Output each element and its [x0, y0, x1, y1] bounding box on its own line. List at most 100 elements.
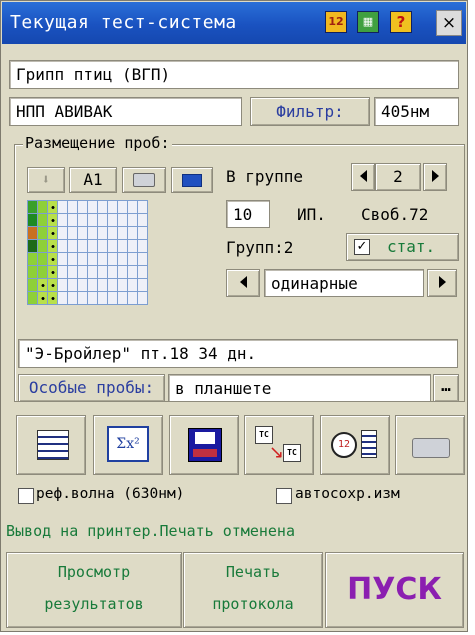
- help-icon[interactable]: ?: [390, 11, 412, 33]
- plate-well[interactable]: [77, 239, 88, 253]
- plate-well[interactable]: [57, 213, 68, 227]
- mode-next[interactable]: [427, 269, 457, 297]
- plate-well[interactable]: [97, 200, 108, 214]
- plate-well[interactable]: [107, 239, 118, 253]
- plate-well[interactable]: [67, 226, 78, 240]
- plate-well[interactable]: [87, 226, 98, 240]
- plate-well[interactable]: [77, 213, 88, 227]
- mode-prev[interactable]: [226, 269, 260, 297]
- plate-well[interactable]: [117, 252, 128, 266]
- plate-well[interactable]: [77, 252, 88, 266]
- plate-well[interactable]: [67, 252, 78, 266]
- position-button[interactable]: А1: [69, 167, 117, 193]
- plate-well[interactable]: [57, 291, 68, 305]
- plate-well[interactable]: [87, 278, 98, 292]
- plate-well[interactable]: [107, 213, 118, 227]
- plate-well[interactable]: [27, 265, 38, 279]
- plate-well[interactable]: [37, 291, 48, 305]
- plate-well[interactable]: [97, 252, 108, 266]
- in-group-increment[interactable]: [423, 163, 447, 191]
- plate-well[interactable]: [37, 213, 48, 227]
- plate-well[interactable]: [87, 252, 98, 266]
- plate-well[interactable]: [117, 226, 128, 240]
- plate-well[interactable]: [47, 252, 58, 266]
- plate-well[interactable]: [117, 213, 128, 227]
- ref-wave-checkbox[interactable]: [18, 488, 34, 504]
- plate-well[interactable]: [137, 291, 148, 305]
- plate-well[interactable]: [57, 278, 68, 292]
- plate-well[interactable]: [67, 265, 78, 279]
- plate-well[interactable]: [137, 265, 148, 279]
- special-more-button[interactable]: …: [433, 374, 459, 402]
- plate-well[interactable]: [107, 278, 118, 292]
- plate-well[interactable]: [47, 226, 58, 240]
- plate-well[interactable]: [37, 200, 48, 214]
- calc-formula-button[interactable]: Σx²: [93, 415, 163, 475]
- plate-well[interactable]: [127, 265, 138, 279]
- plate-well[interactable]: [87, 200, 98, 214]
- plate-well[interactable]: [87, 239, 98, 253]
- plate-well[interactable]: [97, 239, 108, 253]
- plate-well[interactable]: [67, 239, 78, 253]
- plate-well[interactable]: [127, 226, 138, 240]
- stat-checkbox[interactable]: ✓: [354, 239, 370, 255]
- plate-well[interactable]: [137, 278, 148, 292]
- down-arrow-button[interactable]: ⬇: [27, 167, 65, 193]
- plate-grid[interactable]: [27, 200, 148, 305]
- plate-well[interactable]: [27, 213, 38, 227]
- plate-well[interactable]: [37, 252, 48, 266]
- tc-transfer-button[interactable]: TC TC ↘: [244, 415, 314, 475]
- plate-well[interactable]: [107, 226, 118, 240]
- plate-well[interactable]: [87, 291, 98, 305]
- plate-well[interactable]: [87, 265, 98, 279]
- mode-field[interactable]: одинарные: [264, 269, 424, 297]
- plate-well[interactable]: [67, 291, 78, 305]
- plate-well[interactable]: [37, 226, 48, 240]
- plate-well[interactable]: [27, 291, 38, 305]
- special-samples-button[interactable]: Особые пробы:: [18, 374, 165, 402]
- plate-well[interactable]: [77, 278, 88, 292]
- plate-well[interactable]: [27, 226, 38, 240]
- plate-well[interactable]: [107, 265, 118, 279]
- close-button[interactable]: ×: [436, 10, 462, 36]
- filter-button[interactable]: Фильтр:: [250, 97, 370, 126]
- print-plate-button[interactable]: [122, 167, 166, 193]
- print-button[interactable]: [395, 415, 465, 475]
- kit-field[interactable]: НПП АВИВАК: [9, 97, 242, 126]
- plate-well[interactable]: [47, 239, 58, 253]
- plate-well[interactable]: [77, 291, 88, 305]
- plate-well[interactable]: [27, 278, 38, 292]
- plate-well[interactable]: [37, 239, 48, 253]
- start-button[interactable]: ПУСК: [325, 552, 464, 628]
- plate-well[interactable]: [137, 226, 148, 240]
- special-samples-field[interactable]: в планшете: [168, 374, 431, 402]
- plate-well[interactable]: [117, 278, 128, 292]
- plate-well[interactable]: [107, 200, 118, 214]
- test-system-field[interactable]: Грипп птиц (ВГП): [9, 60, 459, 89]
- count-field[interactable]: 10: [226, 200, 270, 228]
- plate-well[interactable]: [137, 252, 148, 266]
- plate-well[interactable]: [127, 291, 138, 305]
- schedule-button[interactable]: 12: [320, 415, 390, 475]
- plate-well[interactable]: [27, 200, 38, 214]
- plate-well[interactable]: [27, 252, 38, 266]
- plate-well[interactable]: [27, 239, 38, 253]
- plate-well[interactable]: [47, 265, 58, 279]
- plate-well[interactable]: [127, 200, 138, 214]
- plate-well[interactable]: [37, 278, 48, 292]
- plate-well[interactable]: [57, 226, 68, 240]
- plate-well[interactable]: [97, 291, 108, 305]
- plate-well[interactable]: [77, 200, 88, 214]
- print-protocol-button[interactable]: Печать протокола: [183, 552, 323, 628]
- plate-well[interactable]: [107, 252, 118, 266]
- plate-well[interactable]: [127, 278, 138, 292]
- filter-value-field[interactable]: 405нм: [374, 97, 459, 126]
- plate-well[interactable]: [57, 252, 68, 266]
- plate-well[interactable]: [87, 213, 98, 227]
- plate-well[interactable]: [127, 213, 138, 227]
- in-group-decrement[interactable]: [351, 163, 375, 191]
- plate-well[interactable]: [117, 200, 128, 214]
- plate-well[interactable]: [107, 291, 118, 305]
- plate-well[interactable]: [97, 226, 108, 240]
- save-button[interactable]: [169, 415, 239, 475]
